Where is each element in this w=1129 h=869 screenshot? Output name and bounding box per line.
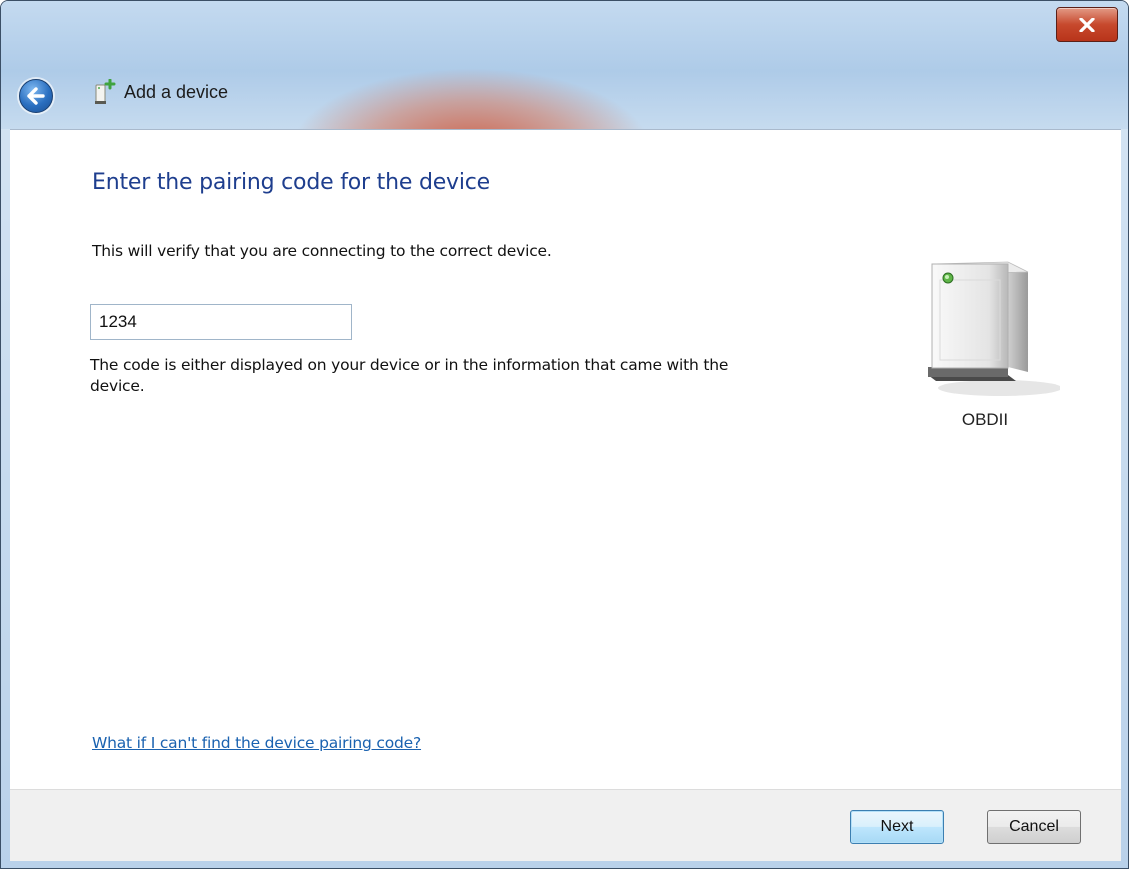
back-arrow-icon xyxy=(27,87,45,105)
help-link[interactable]: What if I can't find the device pairing … xyxy=(92,734,421,752)
button-bar: Next Cancel xyxy=(10,789,1121,861)
back-button[interactable] xyxy=(19,79,53,113)
close-icon xyxy=(1079,17,1095,32)
add-device-icon xyxy=(95,79,116,104)
hint-text: The code is either displayed on your dev… xyxy=(90,356,729,395)
cancel-button[interactable]: Cancel xyxy=(987,810,1081,844)
add-device-window: Add a device Enter the pairing code for … xyxy=(0,0,1129,869)
device-tile: OBDII xyxy=(910,250,1062,450)
title-bar: Add a device xyxy=(1,1,1128,129)
page-heading: Enter the pairing code for the device xyxy=(92,170,491,195)
wizard-content: Enter the pairing code for the device Th… xyxy=(10,129,1121,790)
window-title: Add a device xyxy=(124,82,229,102)
device-name: OBDII xyxy=(961,410,1009,429)
description-text: This will verify that you are connecting… xyxy=(92,242,552,260)
bluetooth-device-icon xyxy=(928,261,1062,396)
next-button[interactable]: Next xyxy=(850,810,944,844)
pairing-code-input[interactable] xyxy=(90,304,352,340)
close-button[interactable] xyxy=(1056,7,1118,42)
